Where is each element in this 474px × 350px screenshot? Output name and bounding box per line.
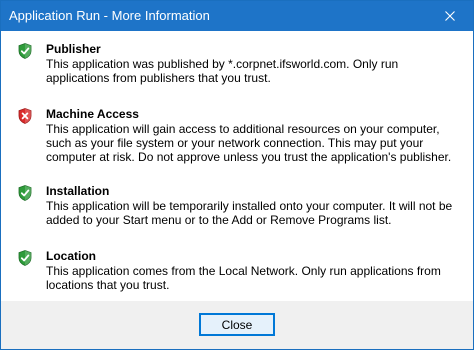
- section-heading: Installation: [46, 184, 110, 198]
- section-text: This application will gain access to add…: [46, 122, 452, 164]
- shield-check-icon: [18, 43, 32, 59]
- window-close-button[interactable]: [427, 1, 473, 31]
- section-text: This application was published by *.corp…: [46, 57, 399, 85]
- close-button[interactable]: Close: [199, 313, 275, 336]
- shield-x-icon: [18, 108, 32, 124]
- dialog-window: Application Run - More Information Publi…: [0, 0, 474, 350]
- window-title: Application Run - More Information: [9, 8, 210, 23]
- shield-check-icon: [18, 185, 32, 201]
- info-content: Publisher This application was published…: [1, 31, 473, 301]
- section-text: This application comes from the Local Ne…: [46, 264, 441, 292]
- section-heading: Publisher: [46, 42, 101, 56]
- close-icon: [445, 11, 455, 21]
- section-heading: Location: [46, 249, 96, 263]
- title-bar[interactable]: Application Run - More Information: [1, 1, 473, 31]
- section-text: This application will be temporarily ins…: [46, 199, 453, 227]
- dialog-footer: Close: [1, 301, 473, 349]
- section-heading: Machine Access: [46, 107, 139, 121]
- shield-check-icon: [18, 250, 32, 266]
